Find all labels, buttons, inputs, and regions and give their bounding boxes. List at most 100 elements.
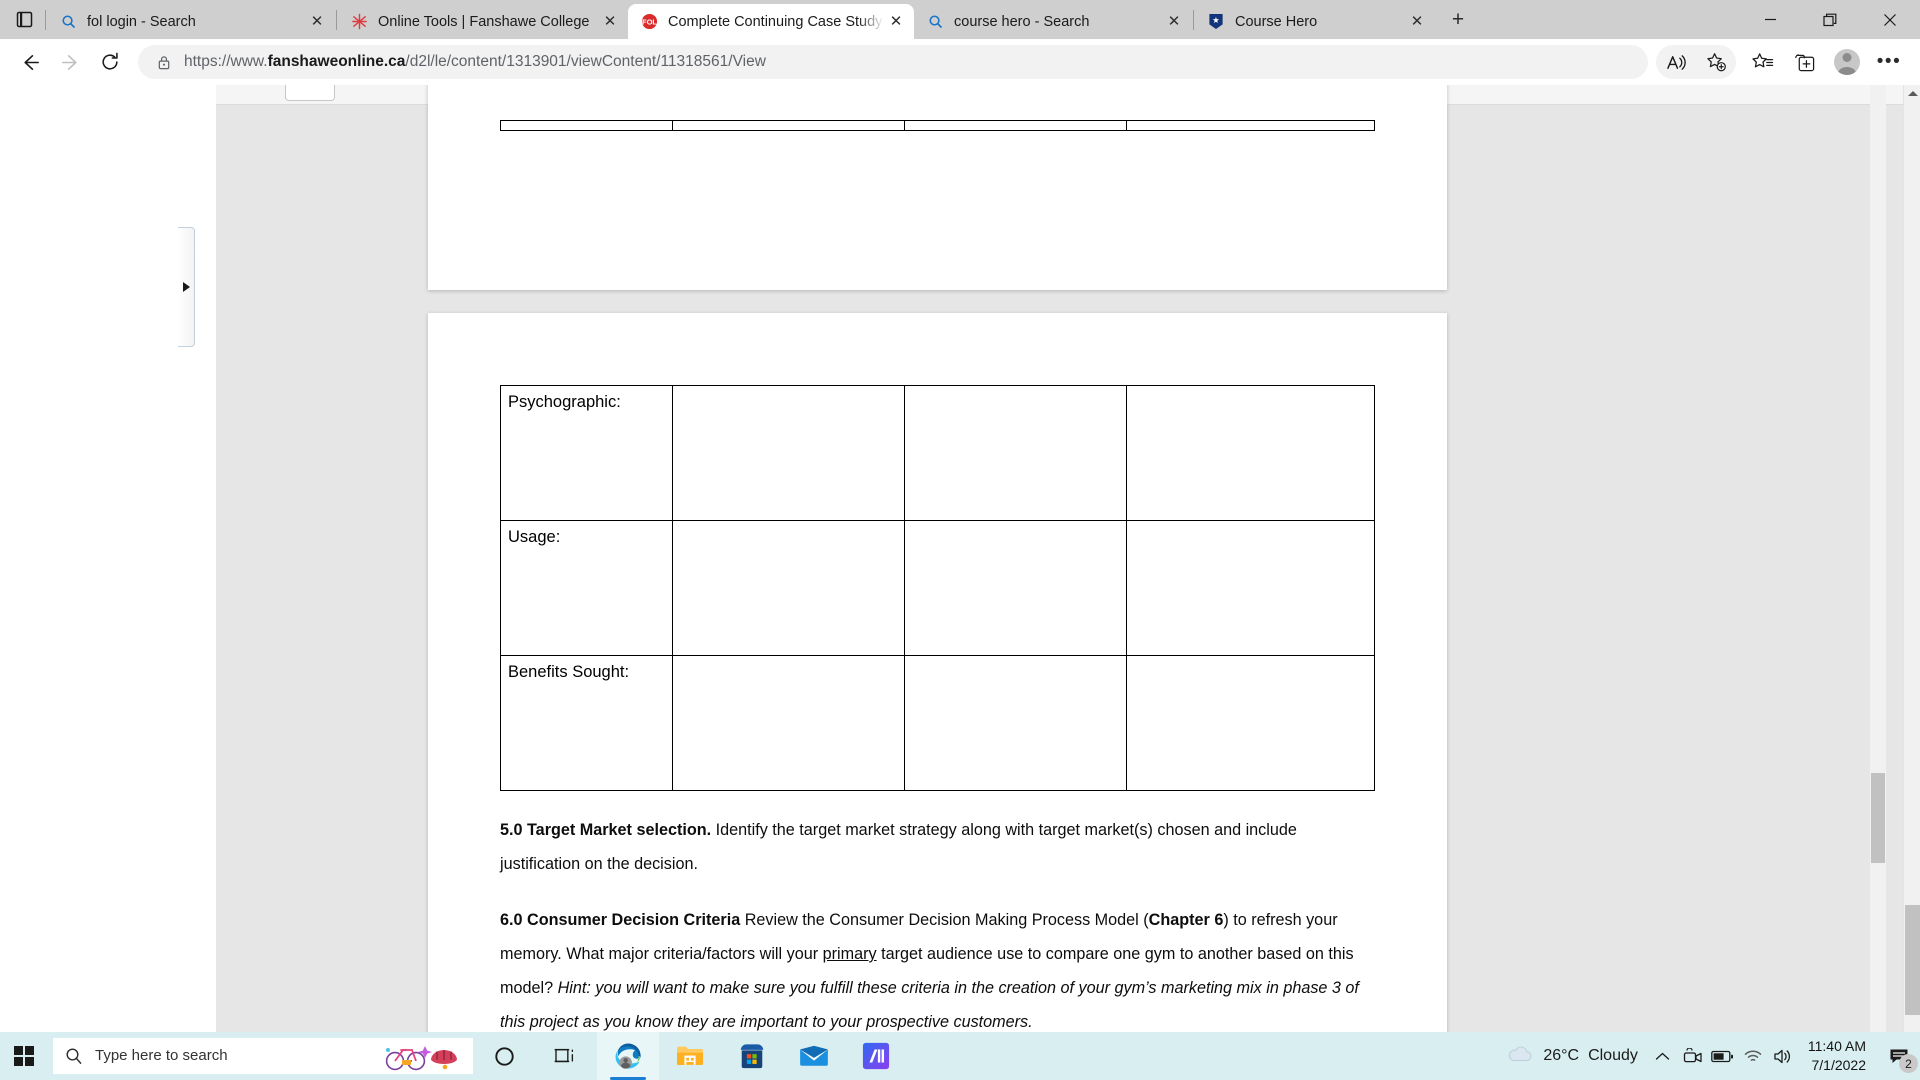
- wifi-icon[interactable]: [1738, 1032, 1768, 1080]
- course-hero-icon: ★: [1207, 13, 1225, 31]
- section-5-paragraph: 5.0 Target Market selection. Identify th…: [500, 813, 1375, 881]
- close-button[interactable]: [1860, 0, 1920, 39]
- edge-icon[interactable]: [597, 1032, 659, 1080]
- bicycle-helmet-illustration[interactable]: [379, 1040, 467, 1072]
- back-arrow-icon[interactable]: [10, 42, 50, 82]
- table-cell[interactable]: [1125, 655, 1376, 791]
- taskbar-search-placeholder: Type here to search: [95, 1047, 228, 1064]
- address-bar[interactable]: https://www.fanshaweonline.ca/d2l/le/con…: [138, 45, 1648, 79]
- notifications-icon[interactable]: 2: [1878, 1032, 1920, 1080]
- clock-time: 11:40 AM: [1807, 1038, 1866, 1054]
- media-app-icon[interactable]: [845, 1032, 907, 1080]
- tab-separator: [336, 9, 337, 30]
- taskbar-clock[interactable]: 11:40 AM 7/1/2022: [1798, 1037, 1878, 1075]
- minimize-button[interactable]: [1740, 0, 1800, 39]
- document-tab-stub[interactable]: [285, 85, 335, 101]
- address-bar-url: https://www.fanshaweonline.ca/d2l/le/con…: [184, 53, 766, 70]
- weather-condition: Cloudy: [1588, 1047, 1638, 1064]
- favorites-icon[interactable]: [1742, 42, 1784, 82]
- table-row: Usage:: [500, 520, 1376, 656]
- battery-icon[interactable]: [1708, 1032, 1738, 1080]
- window-controls: [1740, 0, 1920, 39]
- section-6-hint: Hint: you will want to make sure you ful…: [500, 979, 1359, 1031]
- weather-widget[interactable]: 26°C Cloudy: [1500, 1044, 1648, 1069]
- table-cell[interactable]: [904, 520, 1127, 656]
- document-scrollbar-thumb[interactable]: [1871, 773, 1885, 863]
- table-cell[interactable]: [671, 655, 906, 791]
- browser-tab-title: course hero - Search: [954, 13, 1090, 30]
- tab-list-icon[interactable]: [4, 0, 44, 39]
- add-favorite-icon[interactable]: [1696, 45, 1736, 79]
- browser-tab-4[interactable]: ★ Course Hero ✕: [1195, 4, 1435, 39]
- table-cell[interactable]: [904, 655, 1127, 791]
- table-row: [500, 120, 1376, 131]
- document-page-current: Psychographic: Usage: Benefits Sought: 5…: [428, 313, 1447, 1073]
- browser-tab-1[interactable]: Online Tools | Fanshawe College ✕: [338, 4, 628, 39]
- mail-icon[interactable]: [783, 1032, 845, 1080]
- tab-close-button[interactable]: ✕: [884, 10, 908, 34]
- primary-emphasis: primary: [822, 945, 877, 963]
- volume-icon[interactable]: [1768, 1032, 1798, 1080]
- table-cell[interactable]: [1125, 385, 1376, 521]
- cortana-circle-icon[interactable]: [473, 1032, 535, 1080]
- read-aloud-icon[interactable]: [1656, 45, 1696, 79]
- table-cell[interactable]: [1125, 520, 1376, 656]
- fanshawe-icon: [350, 13, 368, 31]
- tab-close-button[interactable]: ✕: [305, 10, 329, 34]
- chapter-reference: Chapter 6: [1148, 911, 1224, 929]
- tab-close-button[interactable]: ✕: [1405, 10, 1429, 34]
- expand-side-panel-handle[interactable]: [178, 227, 195, 347]
- table-cell[interactable]: [671, 520, 906, 656]
- new-tab-button[interactable]: +: [1441, 3, 1475, 37]
- scroll-up-icon[interactable]: [1904, 85, 1920, 102]
- tab-separator: [1193, 9, 1194, 30]
- windows-taskbar: Type here to search 26°C Cloudy 11:40 AM…: [0, 1032, 1920, 1080]
- taskbar-search-input[interactable]: Type here to search: [53, 1038, 473, 1074]
- d2l-content-page: Psychographic: Usage: Benefits Sought: 5…: [0, 85, 1903, 1080]
- restore-button[interactable]: [1800, 0, 1860, 39]
- file-explorer-icon[interactable]: [659, 1032, 721, 1080]
- chevron-up-icon[interactable]: [1648, 1032, 1678, 1080]
- notification-count-badge: 2: [1899, 1054, 1918, 1073]
- refresh-icon[interactable]: [90, 42, 130, 82]
- document-page-previous: [428, 85, 1447, 290]
- avatar: [1834, 49, 1860, 75]
- table-cell[interactable]: [671, 385, 906, 521]
- browser-tab-2-active[interactable]: FOL Complete Continuing Case Study ✕: [628, 4, 914, 39]
- navigation-toolbar: https://www.fanshaweonline.ca/d2l/le/con…: [0, 39, 1920, 85]
- more-options-icon[interactable]: •••: [1868, 42, 1910, 82]
- clock-date: 7/1/2022: [1811, 1057, 1867, 1073]
- browser-tab-3[interactable]: course hero - Search ✕: [914, 4, 1192, 39]
- ellipsis-glyph: •••: [1876, 51, 1902, 72]
- chevron-right-icon: [182, 282, 190, 292]
- browser-scrollbar[interactable]: [1903, 85, 1920, 1080]
- microsoft-store-icon[interactable]: [721, 1032, 783, 1080]
- windows-start-icon[interactable]: [0, 1032, 48, 1080]
- tab-separator: [45, 9, 46, 30]
- section-6-body-1: Review the Consumer Decision Making Proc…: [740, 911, 1149, 929]
- browser-tab-title: Complete Continuing Case Study: [668, 13, 883, 30]
- table-cell-label: Psychographic:: [500, 385, 673, 521]
- document-scrollbar[interactable]: [1870, 85, 1886, 1080]
- section-5-heading: 5.0 Target Market selection.: [500, 821, 712, 839]
- page-viewport: Psychographic: Usage: Benefits Sought: 5…: [0, 85, 1920, 1080]
- task-view-icon[interactable]: [535, 1032, 597, 1080]
- camera-icon[interactable]: [1678, 1032, 1708, 1080]
- section-6-heading: 6.0 Consumer Decision Criteria: [500, 911, 741, 929]
- table-row: Psychographic:: [500, 385, 1376, 521]
- magnifier-icon: [65, 1047, 83, 1065]
- browser-window: fol login - Search ✕ Online Tools | Fans…: [0, 0, 1920, 1080]
- cloud-icon: [1506, 1044, 1534, 1069]
- system-tray: 26°C Cloudy 11:40 AM 7/1/2022 2: [1500, 1032, 1920, 1080]
- tab-close-button[interactable]: ✕: [598, 10, 622, 34]
- browser-tab-0[interactable]: fol login - Search ✕: [47, 4, 335, 39]
- browser-tab-title: Online Tools | Fanshawe College: [378, 13, 590, 30]
- browser-scrollbar-thumb[interactable]: [1905, 905, 1920, 1015]
- profile-avatar[interactable]: [1826, 42, 1868, 82]
- collections-icon[interactable]: [1784, 42, 1826, 82]
- segmentation-table-previous: [500, 120, 1376, 131]
- table-cell[interactable]: [904, 385, 1127, 521]
- tab-close-button[interactable]: ✕: [1162, 10, 1186, 34]
- windows-logo: [14, 1046, 34, 1066]
- svg-text:FOL: FOL: [641, 18, 656, 27]
